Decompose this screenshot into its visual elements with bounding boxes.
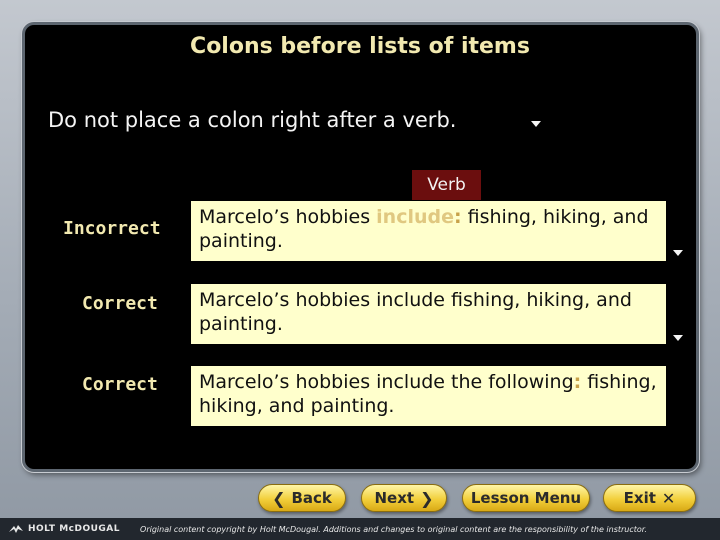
exit-button-label: Exit — [623, 489, 656, 507]
footer-notice: Original content copyright by Holt McDou… — [140, 524, 647, 534]
example-incorrect: Marcelo’s hobbies include: fishing, hiki… — [191, 201, 666, 261]
row-label-incorrect: Incorrect — [63, 218, 161, 239]
chevron-right-icon: ❯ — [420, 488, 434, 508]
triangle-down-icon[interactable] — [673, 250, 683, 256]
lesson-menu-button[interactable]: Lesson Menu — [462, 484, 590, 512]
row-label-correct: Correct — [82, 293, 158, 314]
lesson-menu-label: Lesson Menu — [470, 489, 582, 507]
back-button[interactable]: ❮ Back — [258, 484, 346, 512]
colon-highlight: : — [453, 206, 462, 228]
example-correct-2: Marcelo’s hobbies include the following:… — [191, 366, 666, 426]
triangle-down-icon[interactable] — [673, 335, 683, 341]
rule-text: Do not place a colon right after a verb. — [48, 108, 457, 132]
footer-brand: HOLT McDOUGAL — [28, 524, 121, 534]
back-button-label: Back — [291, 489, 332, 507]
example-correct-1: Marcelo’s hobbies include fishing, hikin… — [191, 284, 666, 344]
triangle-down-icon[interactable] — [531, 121, 541, 127]
chevron-left-icon: ❮ — [272, 488, 286, 508]
eagle-logo-icon — [9, 525, 23, 533]
footer-bar: HOLT McDOUGAL Original content copyright… — [0, 518, 720, 540]
example-text: Marcelo’s hobbies — [199, 206, 377, 228]
slide-title: Colons before lists of items — [190, 34, 530, 59]
row-label-correct: Correct — [82, 374, 158, 395]
exit-button[interactable]: Exit ✕ — [603, 484, 696, 512]
example-text: Marcelo’s hobbies include the following — [199, 371, 574, 393]
verb-highlight: include — [376, 206, 454, 228]
verb-tag: Verb — [412, 170, 481, 200]
close-icon: ✕ — [661, 488, 676, 508]
next-button-label: Next — [374, 489, 415, 507]
example-text: Marcelo’s hobbies include fishing, hikin… — [199, 289, 632, 335]
footer-logo: HOLT McDOUGAL — [8, 523, 120, 535]
next-button[interactable]: Next ❯ — [361, 484, 447, 512]
